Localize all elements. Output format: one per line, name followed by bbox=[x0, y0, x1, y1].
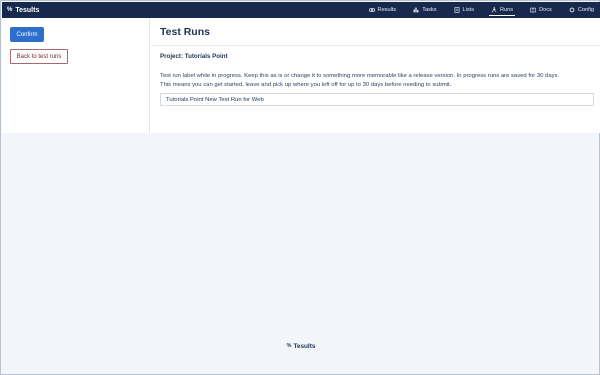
main-content: Test Runs Project: Tutorials Point Test … bbox=[151, 18, 600, 133]
footer-logo-icon: % bbox=[286, 343, 292, 349]
main-nav: Results Tasks Lists Runs Docs Config bbox=[352, 2, 600, 18]
sidebar: Confirm Back to test runs bbox=[2, 18, 150, 133]
app-frame: % Tesults Results Tasks Lists Runs Docs … bbox=[0, 0, 600, 375]
footer-brand-name: Tesults bbox=[293, 342, 316, 350]
description-line-1: Test run label while in progress. Keep t… bbox=[160, 73, 560, 79]
nav-item-tasks[interactable]: Tasks bbox=[413, 2, 437, 18]
nav-item-docs[interactable]: Docs bbox=[530, 2, 552, 18]
tesults-logo-icon: % bbox=[7, 7, 13, 13]
run-label-input[interactable] bbox=[160, 93, 594, 106]
nav-label-results: Results bbox=[377, 7, 397, 13]
nav-label-lists: Lists bbox=[462, 7, 475, 13]
nav-label-runs: Runs bbox=[500, 7, 514, 13]
nav-label-docs: Docs bbox=[539, 7, 552, 13]
back-to-test-runs-button[interactable]: Back to test runs bbox=[10, 49, 68, 64]
nav-item-runs[interactable]: Runs bbox=[489, 2, 516, 18]
nav-label-tasks: Tasks bbox=[422, 7, 437, 13]
docs-icon bbox=[530, 7, 536, 13]
page-title: Test Runs bbox=[160, 26, 210, 38]
nav-item-config[interactable]: Config bbox=[569, 2, 594, 18]
footer-brand: % Tesults bbox=[1, 341, 600, 351]
project-label: Project: Tutorials Point bbox=[160, 53, 228, 60]
tasks-icon bbox=[413, 7, 419, 13]
brand-logo[interactable]: % Tesults bbox=[2, 7, 39, 14]
run-label-description: Test run label while in progress. Keep t… bbox=[160, 72, 596, 90]
lists-icon bbox=[454, 7, 459, 13]
runs-icon bbox=[491, 7, 497, 13]
nav-label-config: Config bbox=[577, 7, 594, 13]
nav-item-lists[interactable]: Lists bbox=[454, 2, 475, 18]
description-line-2: This means you can get started, leave an… bbox=[160, 82, 452, 88]
results-icon bbox=[368, 8, 375, 12]
top-nav-bar: % Tesults Results Tasks Lists Runs Docs … bbox=[2, 2, 600, 18]
nav-item-results[interactable]: Results bbox=[368, 2, 397, 18]
title-divider bbox=[151, 45, 600, 46]
config-icon bbox=[569, 7, 575, 13]
content-panel: Confirm Back to test runs Test Runs Proj… bbox=[2, 18, 600, 133]
confirm-button[interactable]: Confirm bbox=[10, 27, 44, 42]
brand-name: Tesults bbox=[15, 6, 40, 14]
